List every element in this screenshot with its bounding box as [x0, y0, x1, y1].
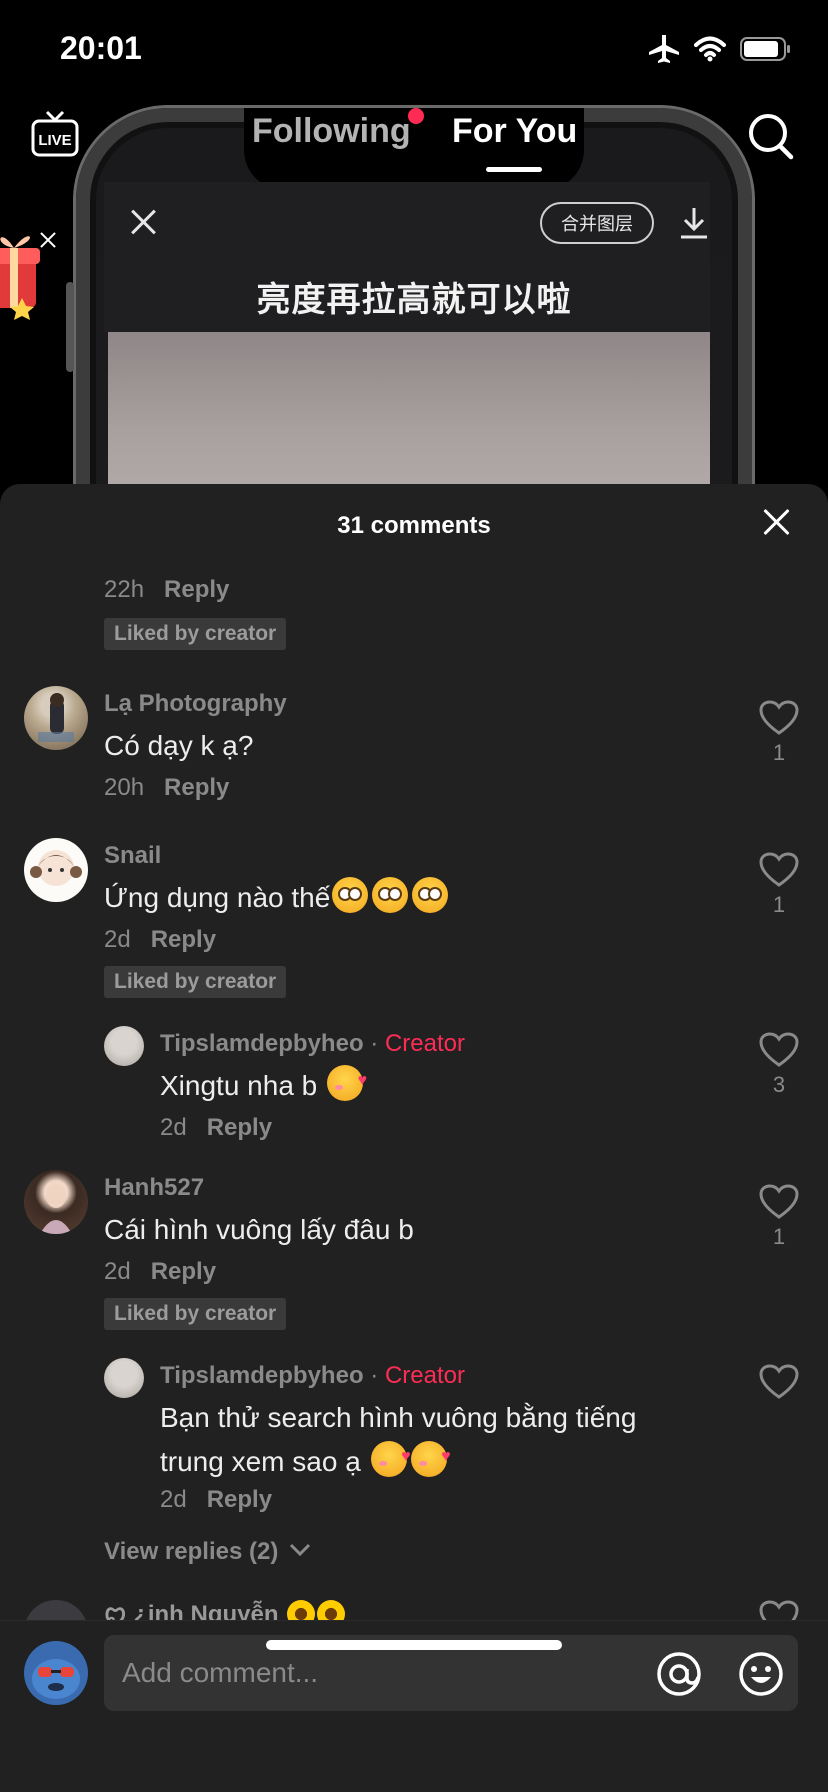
comment-meta: 22h Reply	[104, 576, 229, 604]
comment-username[interactable]: Lạ Photography	[104, 690, 287, 718]
video-overlay-title: 亮度再拉高就可以啦	[256, 281, 572, 319]
smiling-face-with-hearts-icon	[410, 1435, 451, 1479]
liked-by-creator-badge: Liked by creator	[104, 1298, 287, 1330]
chevron-down-icon	[289, 1543, 311, 1557]
comment-text-row: Xingtu nha b	[160, 1059, 367, 1108]
reply-username-row: Tipslamdepbyheo · Creator	[160, 1030, 465, 1058]
avatar[interactable]	[24, 1170, 88, 1234]
comment-meta: 2d Reply	[104, 926, 216, 954]
reply-button[interactable]: Reply	[207, 1114, 272, 1141]
reply-username[interactable]: Tipslamdepbyheo	[160, 1362, 364, 1389]
comment-meta: 2d Reply	[160, 1486, 272, 1514]
sunflower-icon	[287, 1600, 316, 1620]
tab-following[interactable]: Following	[252, 112, 411, 151]
comment-time: 20h	[104, 774, 145, 801]
heart-icon[interactable]	[759, 700, 799, 736]
comment-meta: 20h Reply	[104, 774, 229, 802]
reply-button[interactable]: Reply	[164, 774, 229, 801]
creator-badge: Creator	[384, 1030, 465, 1057]
mention-icon[interactable]	[656, 1651, 702, 1697]
emoji-icon[interactable]	[738, 1651, 784, 1697]
comment-text-row: trung xem sao ạ	[160, 1435, 451, 1484]
smiling-face-with-hearts-icon	[370, 1435, 411, 1479]
avatar[interactable]	[24, 686, 88, 750]
comment-time: 2d	[104, 1258, 131, 1285]
comment-meta: 2d Reply	[104, 1258, 216, 1286]
comment-text: trung xem sao ạ	[160, 1446, 361, 1477]
video-download-icon	[681, 208, 707, 239]
creator-badge: Creator	[384, 1362, 465, 1389]
flushed-face-icon	[412, 877, 449, 913]
flushed-face-icon	[372, 877, 409, 913]
video-close-icon	[128, 206, 160, 238]
partial-comment-row: ꨄ ¿inh Nguyễn	[0, 1600, 828, 1620]
sunflower-icon	[317, 1600, 346, 1620]
avatar[interactable]	[24, 838, 88, 902]
comment-text: Bạn thử search hình vuông bằng tiếng	[160, 1402, 637, 1433]
avatar[interactable]	[104, 1358, 144, 1398]
comment-username[interactable]: Snail	[104, 842, 161, 870]
partial-username: ꨄ ¿inh Nguyễn	[104, 1601, 279, 1620]
comment-time: 2d	[160, 1486, 187, 1513]
reply-button[interactable]: Reply	[151, 1258, 216, 1285]
liked-by-creator-badge: Liked by creator	[104, 618, 287, 650]
add-comment-placeholder: Add comment...	[122, 1657, 319, 1688]
reply-button[interactable]: Reply	[207, 1486, 272, 1513]
live-button[interactable]: LIVE	[30, 108, 80, 160]
flushed-face-icon	[332, 877, 369, 913]
comment-meta: 2d Reply	[160, 1114, 272, 1142]
video-player[interactable]: 合并图层 亮度再拉高就可以啦	[0, 0, 828, 500]
live-label: LIVE	[38, 132, 71, 149]
tab-active-indicator	[486, 167, 542, 172]
search-icon[interactable]	[748, 112, 794, 160]
comment-text: Xingtu nha b	[160, 1070, 318, 1101]
like-count: 1	[772, 892, 786, 917]
following-notification-dot	[408, 108, 424, 124]
gift-close-icon[interactable]	[38, 230, 58, 250]
avatar[interactable]	[104, 1026, 144, 1066]
comment-username[interactable]: Hanh527	[104, 1174, 204, 1202]
battery-icon	[740, 37, 790, 61]
home-indicator[interactable]	[266, 1640, 562, 1650]
reply-button[interactable]: Reply	[151, 926, 216, 953]
like-count: 3	[772, 1072, 786, 1097]
my-avatar	[24, 1641, 88, 1705]
wifi-icon	[694, 36, 726, 62]
avatar[interactable]	[24, 1600, 88, 1620]
heart-icon[interactable]	[759, 1364, 799, 1400]
video-inner-photo	[108, 332, 710, 500]
like-count: 1	[772, 1224, 786, 1249]
status-icons	[648, 34, 792, 64]
comment-time: 2d	[104, 926, 131, 953]
comment-time: 2d	[160, 1114, 187, 1141]
reply-username[interactable]: Tipslamdepbyheo	[160, 1030, 364, 1057]
heart-icon[interactable]	[759, 852, 799, 888]
comment-text: Cái hình vuông lấy đâu b	[104, 1214, 414, 1245]
comment-time: 22h	[104, 576, 145, 603]
comment-text: Có dạy k ạ?	[104, 730, 254, 761]
comment-text-row: Ứng dụng nào thế	[104, 876, 449, 920]
heart-icon[interactable]	[759, 1184, 799, 1220]
status-time: 20:01	[60, 30, 142, 66]
heart-icon[interactable]	[759, 1032, 799, 1068]
reply-button[interactable]: Reply	[164, 576, 229, 603]
comment-username[interactable]: ꨄ ¿inh Nguyễn	[104, 1600, 346, 1620]
airplane-mode-icon	[649, 35, 679, 63]
smiling-face-with-hearts-icon	[327, 1059, 367, 1103]
view-replies-label: View replies (2)	[104, 1538, 279, 1565]
like-count: 1	[772, 740, 786, 765]
comments-sheet: 31 comments 22h Reply Liked by creator Lạ…	[0, 484, 828, 1792]
video-overlay-pill: 合并图层	[540, 202, 654, 244]
view-replies-button[interactable]: View replies (2)	[104, 1538, 311, 1566]
comment-text: Ứng dụng nào thế	[104, 882, 331, 913]
heart-icon[interactable]	[759, 1600, 799, 1620]
separator-dot: ·	[370, 1030, 379, 1057]
tab-for-you[interactable]: For You	[452, 112, 577, 151]
reply-username-row: Tipslamdepbyheo · Creator	[160, 1362, 465, 1390]
separator-dot: ·	[370, 1362, 379, 1389]
liked-by-creator-badge: Liked by creator	[104, 966, 287, 998]
comments-list[interactable]: 22h Reply Liked by creator Lạ Photography…	[0, 484, 828, 1620]
